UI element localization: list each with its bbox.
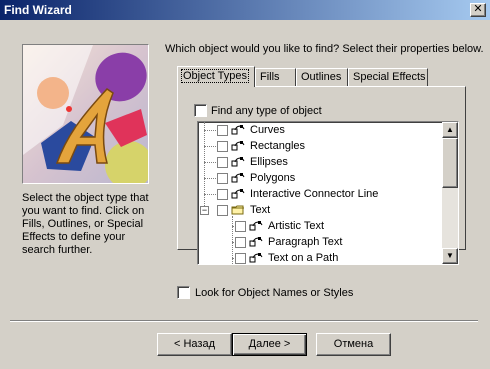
look-for-names-checkbox[interactable]: Look for Object Names or Styles (177, 286, 353, 299)
tree-line (232, 216, 233, 264)
wizard-question: Which object would you like to find? Sel… (165, 43, 484, 55)
tree-item-text-on-path[interactable]: Text on a Path (235, 250, 339, 264)
title-bar: Find Wizard ✕ (0, 0, 490, 20)
tree-line (204, 194, 216, 195)
checkbox-box[interactable] (177, 286, 190, 299)
back-label: < Назад (174, 338, 215, 350)
curve-tool-icon (231, 125, 245, 135)
tree-item-label: Polygons (250, 172, 296, 184)
artistic-text-icon (249, 221, 263, 231)
tab-outlines[interactable]: Outlines (296, 68, 348, 87)
wizard-description: Select the object type that you want to … (22, 192, 149, 256)
tree-item-curves[interactable]: Curves (217, 122, 285, 138)
arrow-down-icon: ▼ (446, 251, 454, 260)
tab-label: Outlines (301, 71, 342, 83)
item-checkbox[interactable] (217, 156, 228, 168)
paragraph-text-icon (249, 237, 263, 247)
find-any-label: Find any type of object (211, 104, 322, 117)
look-for-names-label: Look for Object Names or Styles (195, 286, 354, 299)
tree-item-label: Interactive Connector Line (250, 188, 379, 200)
item-checkbox[interactable] (217, 204, 228, 216)
tree-line (204, 130, 216, 131)
tree-item-label: Text (250, 204, 271, 216)
tree-item-paragraph-text[interactable]: Paragraph Text (235, 234, 342, 250)
wizard-illustration (22, 44, 149, 184)
tree-scrollbar[interactable]: ▲ ▼ (442, 122, 458, 264)
close-button[interactable]: ✕ (470, 3, 486, 17)
tree-item-polygons[interactable]: Polygons (217, 170, 295, 186)
item-checkbox[interactable] (217, 140, 228, 152)
arrow-up-icon: ▲ (446, 125, 454, 134)
item-checkbox[interactable] (235, 252, 246, 264)
tree-line (204, 162, 216, 163)
tab-label: Object Types (181, 69, 249, 83)
tree-item-label: Ellipses (250, 156, 288, 168)
tab-fills[interactable]: Fills (255, 68, 296, 87)
polygon-tool-icon (231, 173, 245, 183)
item-checkbox[interactable] (217, 172, 228, 184)
scroll-up-button[interactable]: ▲ (442, 122, 458, 138)
item-checkbox[interactable] (217, 188, 228, 200)
item-checkbox[interactable] (235, 236, 246, 248)
tree-line (204, 146, 216, 147)
item-checkbox[interactable] (235, 220, 246, 232)
tree-item-text[interactable]: Text (217, 202, 270, 218)
tab-object-types[interactable]: Object Types (177, 66, 255, 87)
cancel-label: Отмена (333, 338, 374, 350)
tab-label: Fills (260, 71, 280, 83)
connector-tool-icon (231, 189, 245, 199)
back-button[interactable]: < Назад (157, 333, 232, 356)
tab-special-effects[interactable]: Special Effects (348, 68, 428, 87)
collapse-toggle[interactable]: − (200, 206, 209, 215)
close-icon: ✕ (473, 3, 483, 15)
checkbox-box[interactable] (194, 104, 207, 117)
window-title: Find Wizard (4, 3, 72, 17)
rectangle-tool-icon (231, 141, 245, 151)
find-any-checkbox[interactable]: Find any type of object (194, 104, 322, 117)
next-label: Далее > (248, 338, 291, 350)
tree-line (204, 178, 216, 179)
folder-icon (231, 205, 244, 215)
tree-item-label: Text on a Path (268, 252, 339, 264)
tree-line (204, 122, 205, 210)
tree-item-label: Rectangles (250, 140, 306, 152)
text-path-icon (249, 253, 263, 263)
tree-item-ellipses[interactable]: Ellipses (217, 154, 288, 170)
tab-label: Special Effects (353, 71, 426, 83)
cancel-button[interactable]: Отмена (316, 333, 391, 356)
next-button[interactable]: Далее > (232, 333, 307, 356)
object-type-tree[interactable]: − Curves Rectangles Ellipses Polygons In… (197, 121, 459, 265)
scroll-thumb[interactable] (442, 138, 458, 188)
separator (10, 320, 478, 322)
ellipse-tool-icon (231, 157, 245, 167)
scroll-down-button[interactable]: ▼ (442, 248, 458, 264)
tree-item-label: Curves (250, 124, 285, 136)
tree-item-label: Artistic Text (268, 220, 325, 232)
tree-item-label: Paragraph Text (268, 236, 343, 248)
minus-icon: − (201, 205, 208, 215)
find-wizard-window: Find Wizard ✕ Select the object type tha… (0, 0, 490, 369)
tree-item-artistic-text[interactable]: Artistic Text (235, 218, 324, 234)
tree-item-connector[interactable]: Interactive Connector Line (217, 186, 378, 202)
tree-item-rectangles[interactable]: Rectangles (217, 138, 305, 154)
item-checkbox[interactable] (217, 124, 228, 136)
